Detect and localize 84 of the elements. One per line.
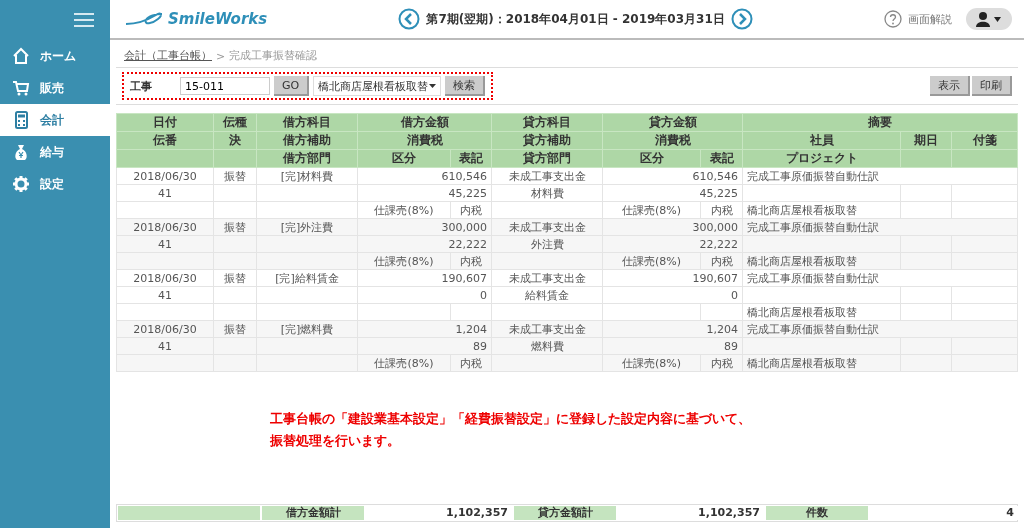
table-cell: 内税 bbox=[450, 201, 492, 219]
sidebar-item[interactable]: 給与 bbox=[0, 136, 110, 168]
table-cell: 190,607 bbox=[602, 269, 743, 287]
table-cell: 41 bbox=[116, 286, 214, 304]
sidebar-item[interactable]: ホーム bbox=[0, 40, 110, 72]
home-icon bbox=[12, 47, 30, 65]
table-cell bbox=[450, 303, 492, 321]
next-icon[interactable] bbox=[730, 8, 753, 30]
table-cell: 610,546 bbox=[357, 167, 492, 185]
table-cell: 610,546 bbox=[602, 167, 743, 185]
table-cell bbox=[900, 303, 952, 321]
table-cell: 振替 bbox=[213, 167, 257, 185]
table-cell bbox=[900, 286, 952, 304]
breadcrumb-separator: > bbox=[216, 50, 226, 63]
column-header: 貸方科目 bbox=[491, 113, 603, 132]
swoosh-icon bbox=[126, 11, 164, 27]
table-cell: [完]給料賃金 bbox=[256, 269, 358, 287]
sidebar-item[interactable]: 販売 bbox=[0, 72, 110, 104]
table-cell bbox=[900, 201, 952, 219]
table-cell: 給料賃金 bbox=[491, 286, 603, 304]
table-cell: 45,225 bbox=[602, 184, 743, 202]
code-field[interactable]: 15-011 bbox=[180, 77, 270, 95]
table-cell bbox=[951, 201, 1018, 219]
table-cell: 0 bbox=[602, 286, 743, 304]
table-cell bbox=[213, 303, 257, 321]
total-label: 借方金額計 bbox=[262, 506, 364, 520]
table-cell: 45,225 bbox=[357, 184, 492, 202]
table-cell bbox=[900, 184, 952, 202]
table-cell: 41 bbox=[116, 184, 214, 202]
column-header: 借方金額 bbox=[357, 113, 492, 132]
table-cell bbox=[951, 303, 1018, 321]
column-header: 伝種 bbox=[213, 113, 257, 132]
table-cell: 完成工事原価振替自動仕訳 bbox=[742, 167, 1018, 185]
field-label: 工事 bbox=[130, 78, 153, 94]
total-label: 件数 bbox=[766, 506, 868, 520]
logo: SmileWorks bbox=[168, 10, 268, 28]
table-cell: 190,607 bbox=[357, 269, 492, 287]
table-cell: 橋北商店屋根看板取替 bbox=[742, 303, 901, 321]
table-cell: 2018/06/30 bbox=[116, 167, 214, 185]
column-header: 摘要 bbox=[742, 113, 1018, 132]
table-cell: 仕課売(8%) bbox=[357, 201, 451, 219]
user-icon bbox=[976, 11, 1002, 27]
table-cell bbox=[700, 303, 743, 321]
search-button[interactable]: 検索 bbox=[445, 76, 486, 96]
help-link[interactable]: 画面解説 bbox=[908, 11, 952, 27]
table-cell: 2018/06/30 bbox=[116, 269, 214, 287]
action-button[interactable]: 印刷 bbox=[972, 76, 1012, 96]
column-header: 借方科目 bbox=[256, 113, 358, 132]
caret-icon bbox=[429, 84, 437, 88]
menu-icon[interactable] bbox=[74, 12, 94, 28]
table-cell bbox=[951, 286, 1018, 304]
table-cell: 未成工事支出金 bbox=[491, 167, 603, 185]
user-menu-button[interactable] bbox=[966, 8, 1012, 30]
table-cell: 完成工事原価振替自動仕訳 bbox=[742, 269, 1018, 287]
sidebar-item[interactable]: 設定 bbox=[0, 168, 110, 200]
table-cell: 振替 bbox=[213, 269, 257, 287]
table-cell bbox=[213, 286, 257, 304]
moneybag-icon bbox=[12, 143, 30, 161]
table-cell bbox=[951, 184, 1018, 202]
column-header: 日付 bbox=[116, 113, 214, 132]
help-icon[interactable] bbox=[884, 10, 902, 28]
table-cell: 0 bbox=[357, 286, 492, 304]
table-cell: 仕課売(8%) bbox=[602, 201, 701, 219]
calculator-icon bbox=[12, 111, 30, 129]
fiscal-period: 第7期(翌期)：2018年04月01日 - 2019年03月31日 bbox=[426, 10, 725, 28]
table-cell: 内税 bbox=[700, 201, 743, 219]
total-label: 貸方金額計 bbox=[514, 506, 616, 520]
table-cell: 材料費 bbox=[491, 184, 603, 202]
previous-icon[interactable] bbox=[398, 8, 421, 30]
gear-icon bbox=[12, 175, 30, 193]
project-dropdown[interactable]: 橋北商店屋根看板取替 bbox=[313, 76, 442, 96]
note-text: 工事台帳の「建設業基本設定」「経費振替設定」に登録した設定内容に基づいて、 振替処理を行います。 bbox=[270, 410, 752, 450]
column-header: 貸方金額 bbox=[602, 113, 743, 132]
sidebar-item[interactable]: 会計 bbox=[0, 104, 110, 136]
table-cell bbox=[213, 201, 257, 219]
table-cell: 橋北商店屋根看板取替 bbox=[742, 201, 901, 219]
breadcrumb-current: 完成工事振替確認 bbox=[229, 48, 318, 63]
breadcrumb-link[interactable]: 会計（工事台帳） bbox=[124, 48, 212, 63]
table-cell: [完]材料費 bbox=[256, 167, 358, 185]
table-cell bbox=[213, 184, 257, 202]
go-button[interactable]: GO bbox=[274, 76, 310, 96]
action-button[interactable]: 表示 bbox=[930, 76, 970, 96]
cart-icon bbox=[12, 79, 30, 97]
table-cell: 未成工事支出金 bbox=[491, 269, 603, 287]
